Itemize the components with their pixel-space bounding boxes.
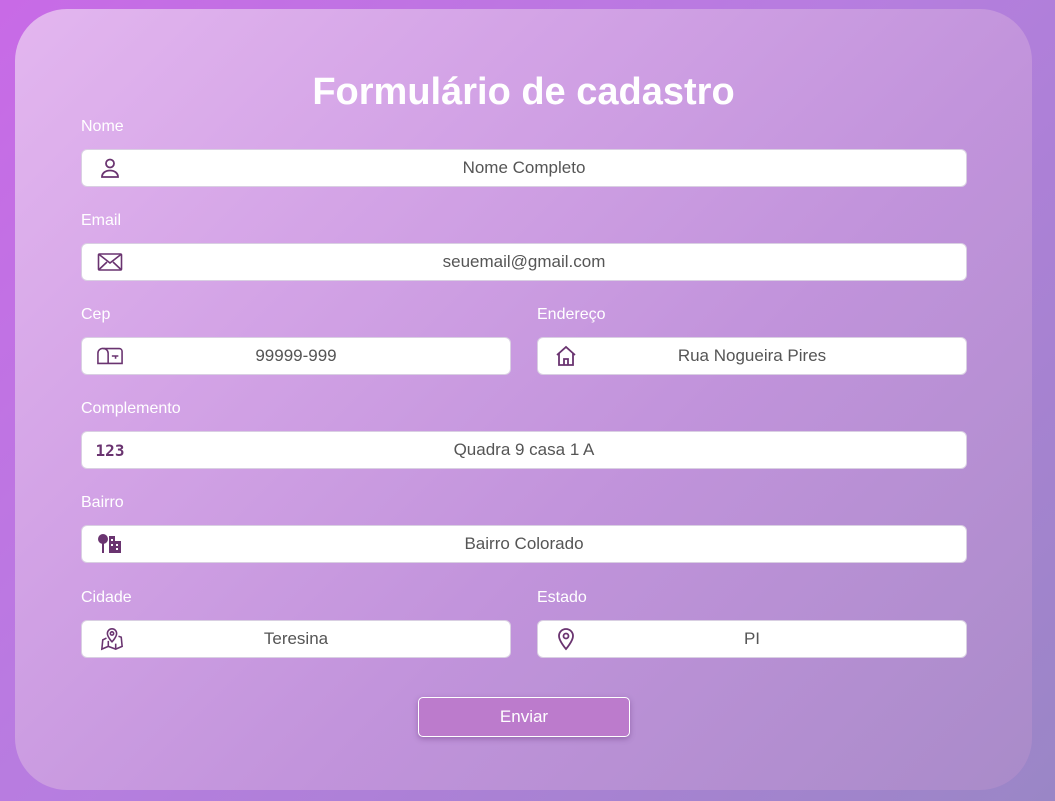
cidade-field-wrapper bbox=[81, 620, 511, 658]
cep-label: Cep bbox=[81, 306, 111, 323]
complemento-field-wrapper: 123 bbox=[81, 431, 967, 469]
endereco-label: Endereço bbox=[537, 306, 606, 323]
endereco-field-wrapper bbox=[537, 337, 967, 375]
form-title: Formulário de cadastro bbox=[312, 71, 735, 113]
email-field-wrapper bbox=[81, 243, 967, 281]
complemento-input[interactable] bbox=[82, 432, 966, 468]
bairro-label: Bairro bbox=[81, 494, 124, 511]
cidade-label: Cidade bbox=[81, 589, 132, 606]
cep-field-wrapper bbox=[81, 337, 511, 375]
email-input[interactable] bbox=[82, 244, 966, 280]
cidade-input[interactable] bbox=[82, 621, 510, 657]
bairro-field-wrapper bbox=[81, 525, 967, 563]
nome-field-wrapper bbox=[81, 149, 967, 187]
nome-input[interactable] bbox=[82, 150, 966, 186]
estado-label: Estado bbox=[537, 589, 587, 606]
cep-input[interactable] bbox=[82, 338, 510, 374]
endereco-input[interactable] bbox=[538, 338, 966, 374]
submit-button[interactable]: Enviar bbox=[418, 697, 630, 737]
complemento-label: Complemento bbox=[81, 400, 181, 417]
bairro-input[interactable] bbox=[82, 526, 966, 562]
estado-input[interactable] bbox=[538, 621, 966, 657]
nome-label: Nome bbox=[81, 118, 124, 135]
email-label: Email bbox=[81, 212, 122, 229]
estado-field-wrapper bbox=[537, 620, 967, 658]
